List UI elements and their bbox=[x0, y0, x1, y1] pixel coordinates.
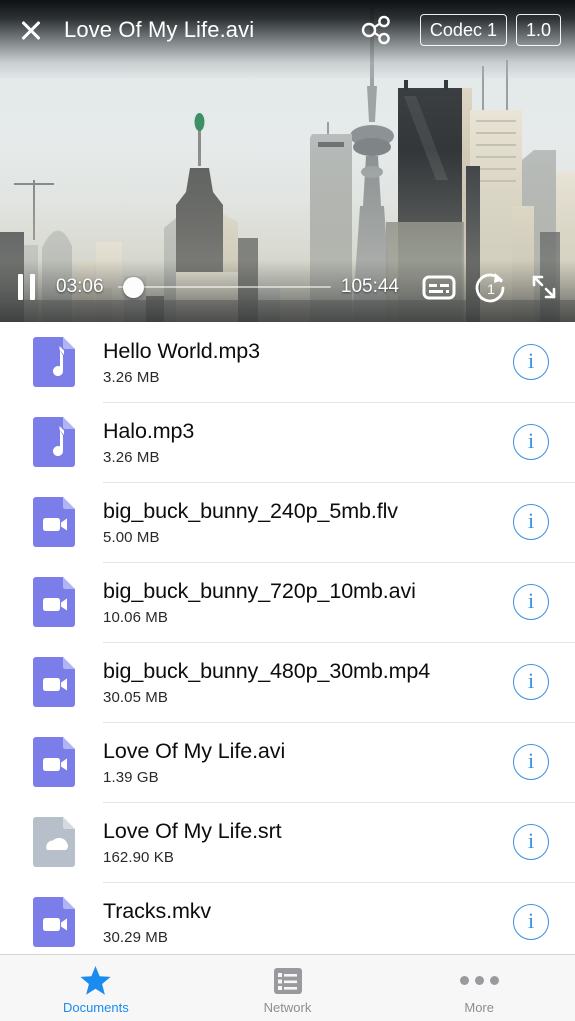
file-meta: big_buck_bunny_240p_5mb.flv 5.00 MB bbox=[103, 498, 513, 546]
tab-documents-label: Documents bbox=[62, 1000, 129, 1015]
info-icon[interactable]: i bbox=[513, 344, 549, 380]
file-type-icon-audio bbox=[30, 336, 78, 388]
file-size: 1.39 GB bbox=[103, 769, 159, 787]
tab-documents[interactable]: Documents bbox=[0, 955, 192, 1021]
pause-icon[interactable] bbox=[14, 272, 40, 302]
file-size: 3.26 MB bbox=[103, 449, 160, 467]
info-icon[interactable]: i bbox=[513, 424, 549, 460]
file-size: 30.05 MB bbox=[103, 689, 169, 707]
file-row[interactable]: Love Of My Life.srt 162.90 KB i bbox=[0, 802, 575, 882]
file-type-icon-video bbox=[30, 496, 78, 548]
share-nodes-icon[interactable] bbox=[359, 13, 393, 47]
file-size: 162.90 KB bbox=[103, 849, 174, 867]
video-player[interactable]: Love Of My Life.avi Codec 1 1.0 03:06 10… bbox=[0, 0, 575, 322]
file-meta: Love Of My Life.avi 1.39 GB bbox=[103, 738, 513, 786]
file-meta: Hello World.mp3 3.26 MB bbox=[103, 338, 513, 386]
file-type-icon-video bbox=[30, 896, 78, 948]
info-icon[interactable]: i bbox=[513, 904, 549, 940]
video-title: Love Of My Life.avi bbox=[64, 17, 255, 42]
file-name: Love Of My Life.avi bbox=[103, 738, 286, 763]
file-meta: Halo.mp3 3.26 MB bbox=[103, 418, 513, 466]
info-icon[interactable]: i bbox=[513, 744, 549, 780]
file-row[interactable]: big_buck_bunny_480p_30mb.mp4 30.05 MB i bbox=[0, 642, 575, 722]
fullscreen-icon[interactable] bbox=[529, 272, 559, 302]
file-type-icon-video bbox=[30, 656, 78, 708]
file-meta: big_buck_bunny_480p_30mb.mp4 30.05 MB bbox=[103, 658, 513, 706]
file-list: Hello World.mp3 3.26 MB i Halo.mp3 3.26 MB i b… bbox=[0, 322, 575, 962]
file-type-icon-video bbox=[30, 736, 78, 788]
ellipsis-icon bbox=[459, 965, 499, 996]
file-row[interactable]: Tracks.mkv 30.29 MB i bbox=[0, 882, 575, 962]
seek-slider[interactable] bbox=[117, 272, 331, 302]
file-type-icon-cloud bbox=[30, 816, 78, 868]
file-type-icon-video bbox=[30, 576, 78, 628]
tab-more[interactable]: More bbox=[383, 955, 575, 1021]
file-size: 5.00 MB bbox=[103, 529, 160, 547]
bottom-tab-bar: Documents Network More bbox=[0, 954, 575, 1021]
file-name: big_buck_bunny_480p_30mb.mp4 bbox=[103, 658, 431, 683]
total-time-label: 105:44 bbox=[340, 276, 399, 297]
file-size: 30.29 MB bbox=[103, 929, 169, 947]
file-name: Hello World.mp3 bbox=[103, 338, 261, 363]
file-row[interactable]: Halo.mp3 3.26 MB i bbox=[0, 402, 575, 482]
current-time-label: 03:06 bbox=[56, 276, 104, 297]
file-name: Love Of My Life.srt bbox=[103, 818, 282, 843]
info-icon[interactable]: i bbox=[513, 584, 549, 620]
info-icon[interactable]: i bbox=[513, 504, 549, 540]
file-meta: big_buck_bunny_720p_10mb.avi 10.06 MB bbox=[103, 578, 513, 626]
seek-track bbox=[117, 286, 331, 288]
file-row[interactable]: Love Of My Life.avi 1.39 GB i bbox=[0, 722, 575, 802]
file-row[interactable]: big_buck_bunny_720p_10mb.avi 10.06 MB i bbox=[0, 562, 575, 642]
player-control-bar: 03:06 105:44 1 bbox=[0, 260, 575, 322]
file-name: Halo.mp3 bbox=[103, 418, 195, 443]
info-icon[interactable]: i bbox=[513, 664, 549, 700]
player-top-bar: Love Of My Life.avi Codec 1 1.0 bbox=[0, 0, 575, 78]
info-icon[interactable]: i bbox=[513, 824, 549, 860]
file-meta: Tracks.mkv 30.29 MB bbox=[103, 898, 513, 946]
star-icon bbox=[79, 965, 112, 996]
list-icon bbox=[273, 965, 303, 996]
file-size: 3.26 MB bbox=[103, 369, 160, 387]
file-size: 10.06 MB bbox=[103, 609, 169, 627]
file-meta: Love Of My Life.srt 162.90 KB bbox=[103, 818, 513, 866]
file-name: big_buck_bunny_720p_10mb.avi bbox=[103, 578, 416, 603]
file-type-icon-audio bbox=[30, 416, 78, 468]
file-row[interactable]: big_buck_bunny_240p_5mb.flv 5.00 MB i bbox=[0, 482, 575, 562]
svg-text:1: 1 bbox=[487, 281, 495, 297]
tab-network[interactable]: Network bbox=[192, 955, 384, 1021]
close-icon[interactable] bbox=[14, 13, 48, 47]
file-name: big_buck_bunny_240p_5mb.flv bbox=[103, 498, 398, 523]
tab-more-label: More bbox=[464, 1000, 494, 1015]
file-row[interactable]: Hello World.mp3 3.26 MB i bbox=[0, 322, 575, 402]
file-name: Tracks.mkv bbox=[103, 898, 212, 923]
playback-speed-button[interactable]: 1.0 bbox=[515, 14, 561, 46]
subtitles-icon[interactable] bbox=[421, 269, 457, 305]
tab-network-label: Network bbox=[263, 1000, 312, 1015]
seek-knob[interactable] bbox=[123, 277, 145, 298]
repeat-one-icon[interactable]: 1 bbox=[473, 269, 509, 305]
codec-button[interactable]: Codec 1 bbox=[419, 14, 507, 46]
